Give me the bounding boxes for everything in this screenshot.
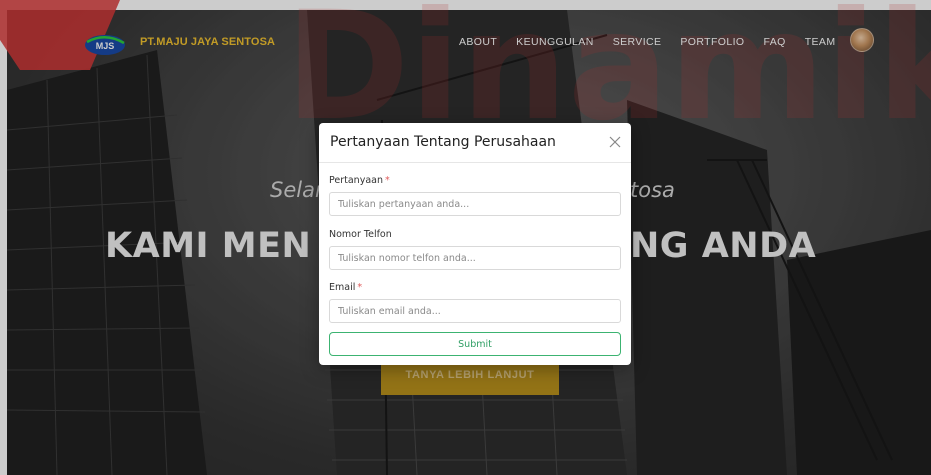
phone-label-text: Nomor Telfon bbox=[329, 229, 392, 240]
phone-input[interactable] bbox=[329, 246, 621, 270]
email-label: Email * bbox=[329, 282, 362, 293]
modal-title: Pertanyaan Tentang Perusahaan bbox=[330, 134, 556, 150]
close-icon[interactable] bbox=[608, 135, 622, 149]
modal-header-divider bbox=[319, 162, 631, 163]
question-modal: Pertanyaan Tentang Perusahaan Pertanyaan… bbox=[319, 123, 631, 365]
email-input[interactable] bbox=[329, 299, 621, 323]
page: Dinamik MJS PT.MAJU JAYA SENTOSA ABOUT K… bbox=[0, 0, 931, 475]
required-mark: * bbox=[385, 175, 390, 186]
question-input[interactable] bbox=[329, 192, 621, 216]
required-mark: * bbox=[357, 282, 363, 293]
submit-button[interactable]: Submit bbox=[329, 332, 621, 356]
question-label-text: Pertanyaan bbox=[329, 175, 383, 186]
question-label: Pertanyaan * bbox=[329, 175, 390, 186]
phone-label: Nomor Telfon bbox=[329, 229, 392, 240]
email-label-text: Email bbox=[329, 282, 356, 293]
